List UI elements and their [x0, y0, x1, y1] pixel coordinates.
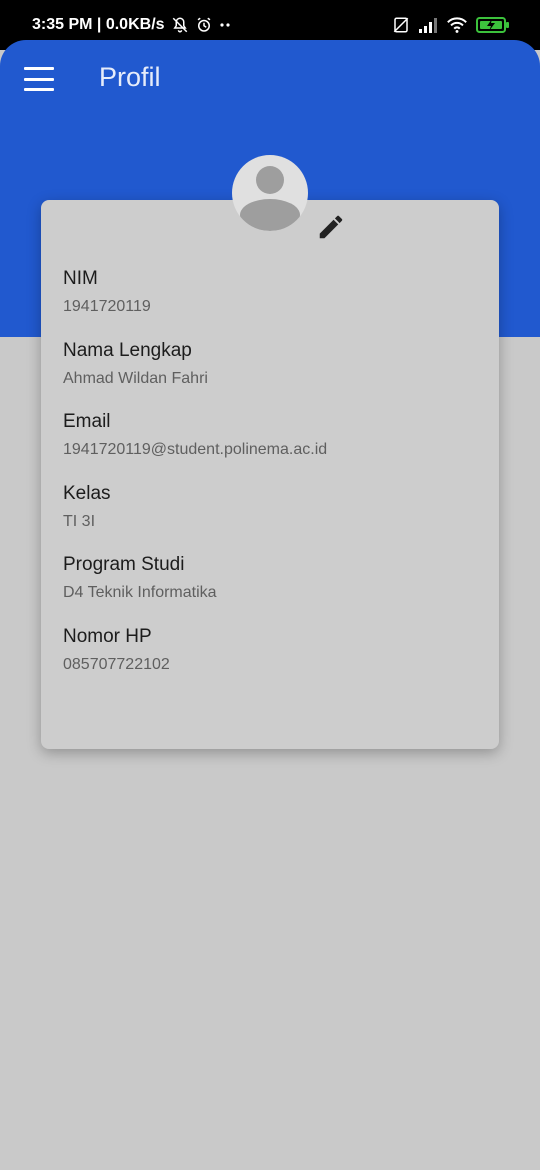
field-value: 1941720119@student.polinema.ac.id — [63, 441, 328, 458]
page-title: Profil — [99, 62, 161, 92]
signal-icon — [419, 18, 437, 33]
field-value: TI 3I — [63, 512, 96, 530]
field-program-studi: Program Studi D4 Teknik Informatika — [63, 554, 483, 626]
avatar[interactable] — [232, 155, 308, 231]
bell-off-icon — [172, 17, 187, 33]
field-value: Ahmad Wildan Fahri — [63, 369, 208, 387]
hamburger-menu-icon[interactable] — [24, 67, 54, 91]
field-kelas: Kelas TI 3I — [63, 483, 483, 555]
field-label: NIM — [63, 268, 98, 289]
person-icon — [240, 166, 300, 231]
battery-charging-icon — [476, 17, 509, 33]
field-value: 1941720119 — [63, 298, 151, 315]
sim-off-icon — [393, 17, 409, 33]
field-label: Nomor HP — [63, 625, 152, 647]
pencil-icon — [319, 215, 343, 239]
field-label: Email — [63, 411, 111, 432]
alarm-icon — [197, 17, 210, 32]
profile-fields: NIM 1941720119 Nama Lengkap Ahmad Wildan… — [63, 268, 483, 697]
dots-icon — [219, 23, 230, 27]
status-time-speed: 3:35 PM | 0.0KB/s — [32, 16, 165, 33]
field-label: Nama Lengkap — [63, 339, 192, 361]
field-label: Kelas — [63, 482, 111, 504]
field-value: D4 Teknik Informatika — [63, 584, 217, 601]
wifi-icon — [447, 17, 467, 33]
field-value: 085707722102 — [63, 655, 170, 673]
field-nim: NIM 1941720119 — [63, 268, 483, 340]
status-bar-left: 3:35 PM | 0.0KB/s — [32, 16, 231, 34]
field-email: Email 1941720119@student.polinema.ac.id — [63, 411, 483, 483]
status-bar-right — [392, 16, 510, 34]
field-label: Program Studi — [63, 554, 185, 575]
field-nomor-hp: Nomor HP 085707722102 — [63, 626, 483, 698]
profile-screen: 3:35 PM | 0.0KB/s Profil NIM 1941720119 … — [0, 0, 540, 1170]
edit-profile-button[interactable] — [316, 212, 346, 242]
field-nama-lengkap: Nama Lengkap Ahmad Wildan Fahri — [63, 340, 483, 412]
